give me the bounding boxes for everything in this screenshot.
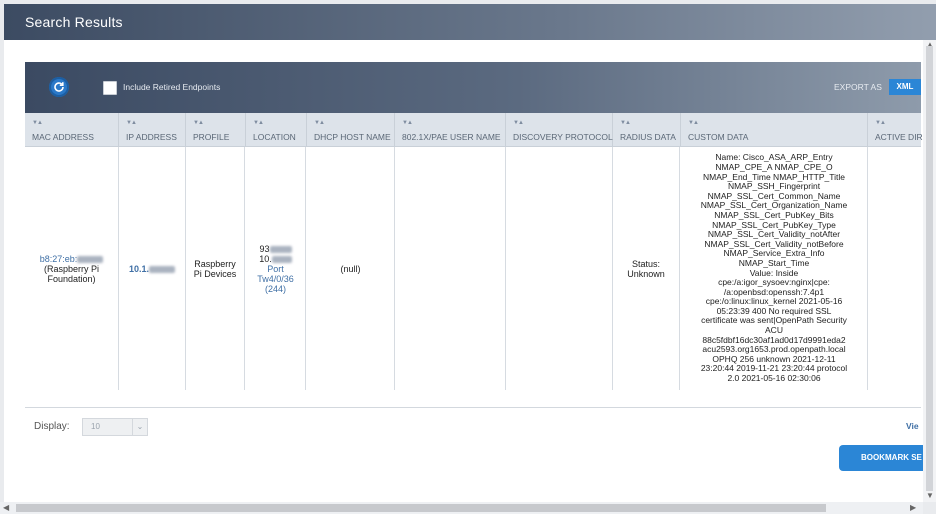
results-panel: Include Retired Endpoints EXPORT AS XML … <box>4 40 923 502</box>
cell-discovery-protocol <box>506 147 613 390</box>
cell-pae-user-name <box>395 147 506 390</box>
sort-icon: ▼▲ <box>126 120 137 126</box>
cell-location: 93 10. Port Tw4/0/36 (244) <box>246 147 306 390</box>
redacted-text <box>149 265 176 273</box>
mac-address-link[interactable]: b8:27:eb: <box>40 254 104 264</box>
table-header: ▼▲ MAC ADDRESS ▼▲ IP ADDRESS ▼▲ PROFILE … <box>25 113 923 147</box>
vertical-scrollbar[interactable]: ▲ ▼ <box>923 40 936 502</box>
column-label: MAC ADDRESS <box>32 132 94 142</box>
redacted-text <box>77 255 104 263</box>
page-title: Search Results <box>25 14 123 30</box>
radius-status-text: Status: Unknown <box>627 258 665 279</box>
column-active-dir[interactable]: ▼▲ ACTIVE DIR <box>868 113 923 146</box>
ip-address-link[interactable]: 10.1. <box>129 264 176 274</box>
display-count-select[interactable]: 10 ⌄ <box>82 418 148 436</box>
column-label: 802.1X/PAE USER NAME <box>402 132 501 142</box>
display-count-value: 10 <box>91 422 100 431</box>
refresh-button[interactable] <box>49 77 69 97</box>
export-as-label: EXPORT AS <box>834 82 882 92</box>
results-toolbar: Include Retired Endpoints EXPORT AS XML <box>25 62 921 113</box>
sort-icon: ▼▲ <box>32 120 43 126</box>
title-bar: Search Results <box>4 4 936 40</box>
scroll-left-icon[interactable]: ◀ <box>3 503 9 512</box>
export-xml-button[interactable]: XML <box>889 79 921 95</box>
column-label: ACTIVE DIR <box>875 132 923 142</box>
redacted-text <box>271 255 292 263</box>
scroll-down-icon[interactable]: ▼ <box>926 491 934 500</box>
column-custom-data[interactable]: ▼▲ CUSTOM DATA <box>681 113 868 146</box>
location-device: 93 <box>259 243 270 254</box>
column-label: DHCP HOST NAME <box>314 132 391 142</box>
divider <box>25 407 921 408</box>
cell-radius-data: Status: Unknown <box>613 147 680 390</box>
refresh-icon <box>54 82 64 92</box>
dhcp-host-name-text: (null) <box>340 263 361 274</box>
cell-mac-address: b8:27:eb: (Raspberry Pi Foundation) <box>25 147 119 390</box>
sort-icon: ▼▲ <box>314 120 325 126</box>
sort-icon: ▼▲ <box>402 120 413 126</box>
scroll-right-icon[interactable]: ▶ <box>910 503 916 512</box>
horizontal-scrollbar[interactable]: ◀ ▶ <box>0 502 923 514</box>
column-label: DISCOVERY PROTOCOL <box>513 132 613 142</box>
include-retired-label: Include Retired Endpoints <box>123 82 221 92</box>
profile-text: Raspberry Pi Devices <box>193 258 237 279</box>
cell-dhcp-host-name: (null) <box>307 147 395 390</box>
column-pae-user-name[interactable]: ▼▲ 802.1X/PAE USER NAME <box>395 113 506 146</box>
column-label: CUSTOM DATA <box>688 132 749 142</box>
column-ip-address[interactable]: ▼▲ IP ADDRESS <box>119 113 186 146</box>
column-mac-address[interactable]: ▼▲ MAC ADDRESS <box>25 113 119 146</box>
cell-ip-address: 10.1. <box>119 147 186 390</box>
cell-custom-data: Name: Cisco_ASA_ARP_Entry NMAP_CPE_A NMA… <box>681 147 868 390</box>
column-discovery-protocol[interactable]: ▼▲ DISCOVERY PROTOCOL <box>506 113 613 146</box>
column-label: RADIUS DATA <box>620 132 676 142</box>
cell-active-dir <box>868 147 921 390</box>
sort-icon: ▼▲ <box>875 120 886 126</box>
column-label: PROFILE <box>193 132 230 142</box>
table-row[interactable]: b8:27:eb: (Raspberry Pi Foundation) 10.1… <box>25 147 921 390</box>
custom-data-text: Name: Cisco_ASA_ARP_Entry NMAP_CPE_A NMA… <box>700 152 848 384</box>
scrollbar-thumb[interactable] <box>16 504 826 512</box>
column-location[interactable]: ▼▲ LOCATION <box>246 113 307 146</box>
cell-profile: Raspberry Pi Devices <box>186 147 245 390</box>
display-label: Display: <box>34 421 70 432</box>
redacted-text <box>269 245 292 253</box>
view-link[interactable]: Vie <box>906 421 919 431</box>
location-port-link[interactable]: Port Tw4/0/36 (244) <box>257 264 294 294</box>
sort-icon: ▼▲ <box>620 120 631 126</box>
column-radius-data[interactable]: ▼▲ RADIUS DATA <box>613 113 681 146</box>
sort-icon: ▼▲ <box>193 120 204 126</box>
column-label: IP ADDRESS <box>126 132 177 142</box>
sort-icon: ▼▲ <box>253 120 264 126</box>
scrollbar-thumb[interactable] <box>926 46 933 491</box>
include-retired-checkbox[interactable] <box>103 81 117 95</box>
sort-icon: ▼▲ <box>513 120 524 126</box>
mac-vendor: (Raspberry Pi Foundation) <box>43 263 99 284</box>
column-dhcp-host-name[interactable]: ▼▲ DHCP HOST NAME <box>307 113 395 146</box>
column-profile[interactable]: ▼▲ PROFILE <box>186 113 246 146</box>
sort-icon: ▼▲ <box>688 120 699 126</box>
location-ip: 10. <box>259 253 272 264</box>
column-label: LOCATION <box>253 132 296 142</box>
chevron-down-icon: ⌄ <box>132 419 147 435</box>
bookmark-search-button[interactable]: BOOKMARK SE <box>839 445 923 471</box>
